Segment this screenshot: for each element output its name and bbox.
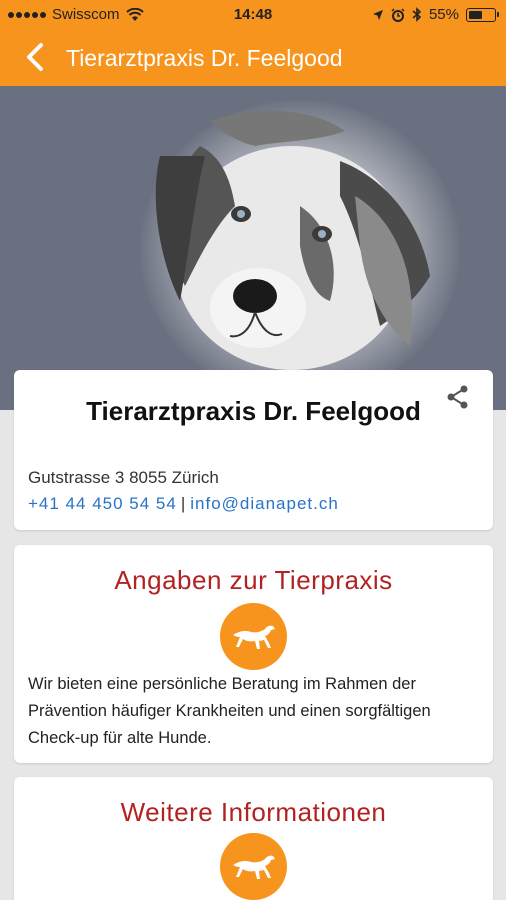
contact-line: +41 44 450 54 54 | info@dianapet.ch <box>28 494 339 514</box>
practice-name: Tierarztpraxis Dr. Feelgood <box>86 396 421 426</box>
hero-image <box>0 86 506 410</box>
battery-icon <box>466 7 499 22</box>
about-badge <box>220 603 287 670</box>
battery-level <box>469 10 483 19</box>
more-info-card: Weitere Informationen <box>14 777 493 900</box>
nav-bar: Tierarztpraxis Dr. Feelgood <box>0 30 506 86</box>
more-badge <box>220 833 287 900</box>
phone-link[interactable]: +41 44 450 54 54 <box>28 494 177 513</box>
status-right: 55% <box>372 6 499 23</box>
alarm-icon <box>391 7 405 22</box>
address-text: Gutstrasse 3 8055 Zürich <box>28 468 219 487</box>
back-chevron-icon <box>27 43 43 71</box>
about-card: Angaben zur Tierpraxis Wir bieten eine p… <box>14 545 493 763</box>
email-link[interactable]: info@dianapet.ch <box>190 494 339 513</box>
status-bar: Swisscom 14:48 55% <box>0 0 506 30</box>
dog-photo <box>155 110 430 370</box>
more-title: Weitere Informationen <box>120 797 387 827</box>
contact-separator: | <box>180 494 187 513</box>
location-arrow-icon <box>372 9 383 20</box>
about-description: Wir bieten eine persönliche Beratung im … <box>28 675 431 747</box>
battery-percent: 55% <box>428 6 459 23</box>
share-icon <box>447 385 468 409</box>
practice-info-card: Tierarztpraxis Dr. Feelgood Gutstrasse 3… <box>14 370 493 530</box>
about-title: Angaben zur Tierpraxis <box>114 565 393 595</box>
nav-title: Tierarztpraxis Dr. Feelgood <box>66 45 343 71</box>
back-button[interactable] <box>18 40 52 74</box>
greyhound-icon <box>232 625 275 649</box>
greyhound-icon <box>232 855 275 879</box>
share-button[interactable] <box>445 384 471 410</box>
bluetooth-icon <box>412 7 422 22</box>
